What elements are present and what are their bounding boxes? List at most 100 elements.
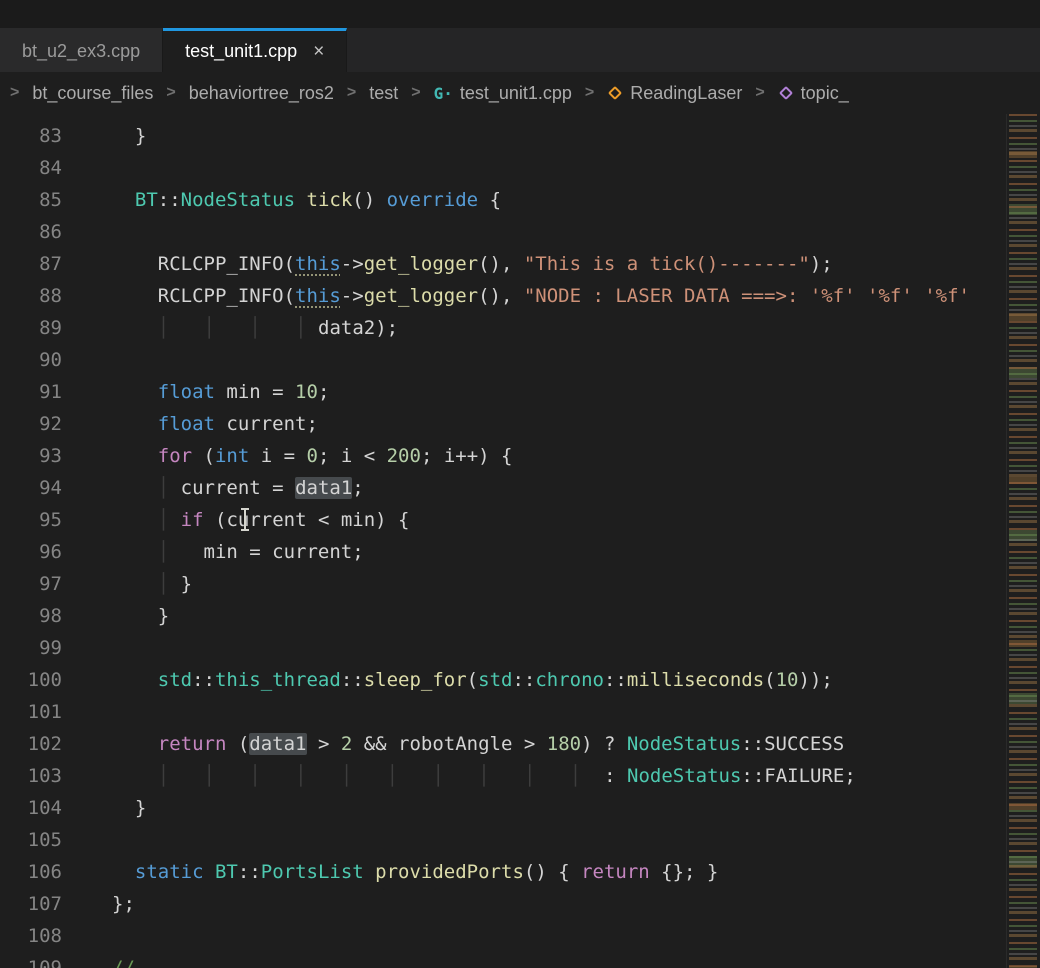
- code-line[interactable]: 90: [0, 344, 1006, 376]
- code-line[interactable]: 83 }: [0, 120, 1006, 152]
- code-token: [215, 765, 249, 787]
- code-token: get_logger: [364, 285, 478, 307]
- code-text: │ min = current;: [112, 536, 364, 568]
- line-number[interactable]: 99: [0, 632, 62, 664]
- code-token: }: [169, 573, 192, 595]
- code-line[interactable]: 95 │ if (current < min) {: [0, 504, 1006, 536]
- code-token: std: [478, 669, 512, 691]
- line-number[interactable]: 91: [0, 376, 62, 408]
- line-number[interactable]: 106: [0, 856, 62, 888]
- code-token: (),: [478, 285, 524, 307]
- code-line[interactable]: 96 │ min = current;: [0, 536, 1006, 568]
- code-line[interactable]: 107};: [0, 888, 1006, 920]
- code-line[interactable]: 104 }: [0, 792, 1006, 824]
- code-token: RCLCPP_INFO(: [112, 285, 295, 307]
- code-token: }: [112, 797, 146, 819]
- code-line[interactable]: 94 │ current = data1;: [0, 472, 1006, 504]
- line-number[interactable]: 104: [0, 792, 62, 824]
- code-token: );: [810, 253, 833, 275]
- breadcrumb-label: ReadingLaser: [630, 83, 742, 104]
- code-token: ));: [799, 669, 833, 691]
- code-token: && robotAngle >: [352, 733, 546, 755]
- close-icon[interactable]: ×: [313, 42, 324, 61]
- line-number[interactable]: 95: [0, 504, 62, 536]
- line-number[interactable]: 94: [0, 472, 62, 504]
- line-number[interactable]: 93: [0, 440, 62, 472]
- code-text: │ │ │ │ │ │ │ │ │ │ : NodeStatus::FAILUR…: [112, 760, 856, 792]
- breadcrumb-item-test[interactable]: test: [369, 83, 398, 104]
- indent-guide: │: [524, 765, 535, 787]
- line-number[interactable]: 84: [0, 152, 62, 184]
- line-number[interactable]: 96: [0, 536, 62, 568]
- field-symbol-icon: [779, 86, 793, 100]
- line-number[interactable]: 102: [0, 728, 62, 760]
- code-line[interactable]: 91 float min = 10;: [0, 376, 1006, 408]
- code-lines[interactable]: 83 }8485 BT::NodeStatus tick() override …: [0, 114, 1006, 968]
- code-line[interactable]: 88 RCLCPP_INFO(this->get_logger(), "NODE…: [0, 280, 1006, 312]
- code-line[interactable]: 98 }: [0, 600, 1006, 632]
- code-token: [169, 509, 180, 531]
- code-line[interactable]: 109//-----------------------------------…: [0, 952, 1006, 968]
- code-token: [307, 765, 341, 787]
- breadcrumb-item-topic_[interactable]: topic_: [778, 83, 849, 104]
- code-token: ::: [341, 669, 364, 691]
- code-line[interactable]: 108: [0, 920, 1006, 952]
- chevron-right-icon: >: [585, 84, 594, 102]
- code-line[interactable]: 102 return (data1 > 2 && robotAngle > 18…: [0, 728, 1006, 760]
- line-number[interactable]: 100: [0, 664, 62, 696]
- code-token: ->: [341, 285, 364, 307]
- code-line[interactable]: 87 RCLCPP_INFO(this->get_logger(), "This…: [0, 248, 1006, 280]
- code-line[interactable]: 89 │ │ │ │ data2);: [0, 312, 1006, 344]
- breadcrumb-item-ReadingLaser[interactable]: ReadingLaser: [607, 83, 742, 104]
- code-line[interactable]: 86: [0, 216, 1006, 248]
- code-line[interactable]: 85 BT::NodeStatus tick() override {: [0, 184, 1006, 216]
- code-line[interactable]: 105: [0, 824, 1006, 856]
- minimap[interactable]: [1006, 114, 1040, 968]
- code-line[interactable]: 99: [0, 632, 1006, 664]
- line-number[interactable]: 108: [0, 920, 62, 952]
- code-line[interactable]: 106 static BT::PortsList providedPorts()…: [0, 856, 1006, 888]
- line-number[interactable]: 105: [0, 824, 62, 856]
- code-line[interactable]: 101: [0, 696, 1006, 728]
- line-number[interactable]: 85: [0, 184, 62, 216]
- line-number[interactable]: 101: [0, 696, 62, 728]
- code-token: std: [158, 669, 192, 691]
- indent-guide: │: [158, 509, 169, 531]
- code-line[interactable]: 84: [0, 152, 1006, 184]
- line-number[interactable]: 90: [0, 344, 62, 376]
- code-line[interactable]: 93 for (int i = 0; i < 200; i++) {: [0, 440, 1006, 472]
- tab-test_unit1.cpp[interactable]: test_unit1.cpp ×: [163, 28, 347, 72]
- tab-bt_u2_ex3.cpp[interactable]: bt_u2_ex3.cpp: [0, 28, 163, 72]
- breadcrumb-item-behaviortree_ros2[interactable]: behaviortree_ros2: [189, 83, 334, 104]
- code-token: >: [307, 733, 341, 755]
- code-line[interactable]: 100 std::this_thread::sleep_for(std::chr…: [0, 664, 1006, 696]
- code-line[interactable]: 97 │ }: [0, 568, 1006, 600]
- indent-guide: │: [158, 765, 169, 787]
- indent-guide: │: [204, 765, 215, 787]
- code-token: PortsList: [261, 861, 364, 883]
- line-number[interactable]: 107: [0, 888, 62, 920]
- breadcrumb-item-test_unit1cpp[interactable]: G·test_unit1.cpp: [434, 83, 572, 104]
- code-token: {: [478, 189, 501, 211]
- line-number[interactable]: 86: [0, 216, 62, 248]
- line-number[interactable]: 87: [0, 248, 62, 280]
- line-number[interactable]: 88: [0, 280, 62, 312]
- code-token: ::SUCCESS: [741, 733, 844, 755]
- line-number[interactable]: 89: [0, 312, 62, 344]
- breadcrumb-item-bt_course_files[interactable]: bt_course_files: [32, 83, 153, 104]
- line-number[interactable]: 109: [0, 952, 62, 968]
- line-number[interactable]: 92: [0, 408, 62, 440]
- chevron-right-icon: >: [166, 84, 175, 102]
- tab-label: test_unit1.cpp: [185, 41, 297, 62]
- line-number[interactable]: 98: [0, 600, 62, 632]
- line-number[interactable]: 97: [0, 568, 62, 600]
- code-line[interactable]: 92 float current;: [0, 408, 1006, 440]
- code-line[interactable]: 103 │ │ │ │ │ │ │ │ │ │ : NodeStatus::FA…: [0, 760, 1006, 792]
- line-number[interactable]: 83: [0, 120, 62, 152]
- code-token: [169, 317, 203, 339]
- code-token: ::: [238, 861, 261, 883]
- code-token: [490, 765, 524, 787]
- code-token: ::FAILURE;: [741, 765, 855, 787]
- code-token: milliseconds: [627, 669, 764, 691]
- line-number[interactable]: 103: [0, 760, 62, 792]
